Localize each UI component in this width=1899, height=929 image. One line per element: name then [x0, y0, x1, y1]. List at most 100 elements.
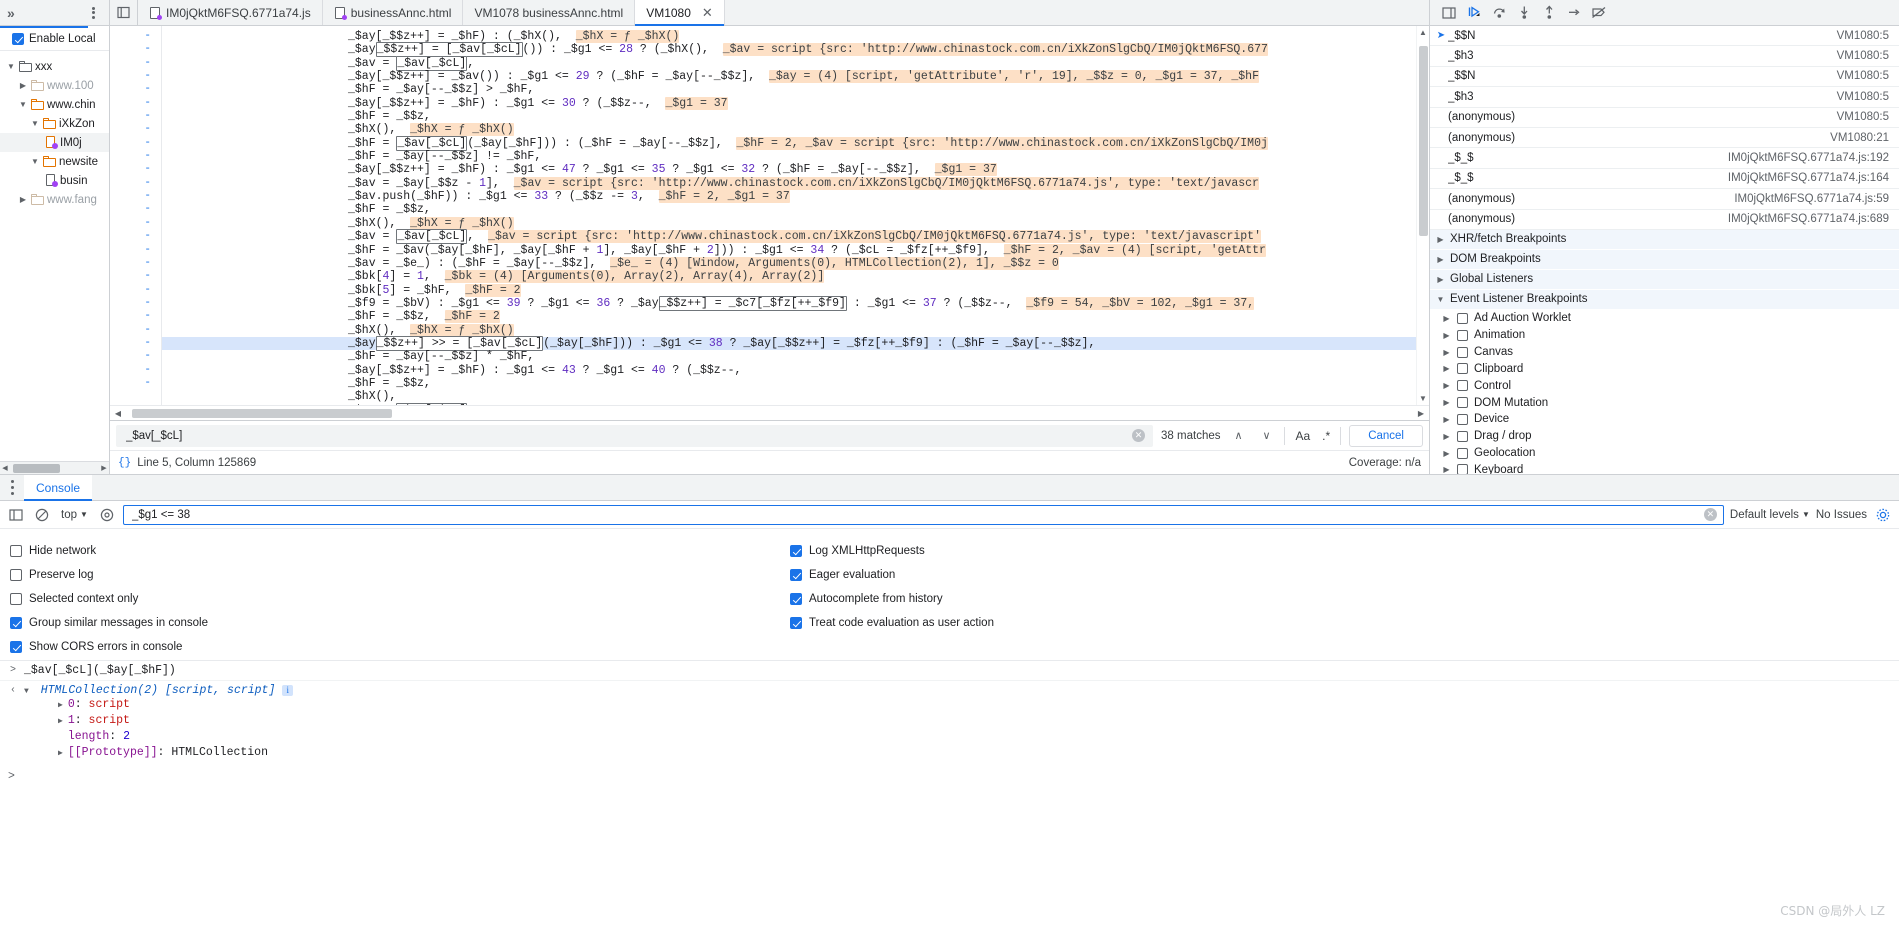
live-expression-icon[interactable]: [97, 505, 117, 525]
event-listener-breakpoint-row[interactable]: ▶ DOM Mutation: [1430, 394, 1899, 411]
step-over-icon[interactable]: [1488, 3, 1510, 23]
call-stack-frame[interactable]: _$_$ IM0jQktM6FSQ.6771a74.js:192: [1430, 148, 1899, 169]
console-setting-row[interactable]: Group similar messages in console: [10, 611, 790, 635]
gutter-marker[interactable]: -: [110, 297, 151, 310]
setting-checkbox[interactable]: [10, 641, 22, 653]
breakpoint-section-header[interactable]: ▶ DOM Breakpoints: [1430, 249, 1899, 270]
navigator-kebab-icon[interactable]: [92, 5, 95, 20]
gutter-marker[interactable]: -: [110, 324, 151, 337]
code-line[interactable]: _$hF = _$av(_$ay[_$hF], _$ay[_$hF + 1], …: [162, 243, 1429, 257]
close-icon[interactable]: ✕: [702, 6, 713, 19]
code-line[interactable]: _$hX(),: [162, 390, 1429, 403]
console-setting-row[interactable]: Log XMLHttpRequests: [790, 539, 1899, 563]
scrollbar-thumb[interactable]: [1418, 45, 1428, 236]
chevron-down-icon[interactable]: ▼: [6, 62, 16, 71]
search-field-wrapper[interactable]: ✕: [116, 424, 1154, 447]
gutter-marker[interactable]: -: [110, 284, 151, 297]
breakpoint-section-header[interactable]: ▶ XHR/fetch Breakpoints: [1430, 229, 1899, 250]
call-stack-frame[interactable]: (anonymous) VM1080:5: [1430, 108, 1899, 128]
code-line[interactable]: _$bk[4] = 1, _$bk = (4) [Arguments(0), A…: [162, 270, 1429, 284]
step-out-icon[interactable]: [1538, 3, 1560, 23]
scrollbar-thumb[interactable]: [13, 463, 60, 473]
tree-node-wwwchin[interactable]: ▼ www.chin: [0, 95, 109, 114]
gutter-marker[interactable]: -: [110, 230, 151, 243]
expand-triangle-icon[interactable]: ▶: [58, 717, 63, 726]
code-line[interactable]: _$hF = _$$z, _$hF = 2: [162, 310, 1429, 324]
search-match[interactable]: _$av[_$cL]: [396, 229, 468, 245]
console-settings-gear-icon[interactable]: [1873, 505, 1893, 525]
tab-vm1080[interactable]: VM1080 ✕: [635, 0, 725, 26]
code-line[interactable]: _$av = _$av[_$cL], _$av = script {src: '…: [162, 229, 1429, 245]
match-case-toggle[interactable]: Aa: [1293, 429, 1312, 443]
call-stack-frame[interactable]: (anonymous) IM0jQktM6FSQ.6771a74.js:689: [1430, 210, 1899, 230]
code-line[interactable]: _$bk[5] = _$hF, _$hF = 2: [162, 283, 1429, 297]
gutter-marker[interactable]: -: [110, 364, 151, 377]
console-setting-row[interactable]: Treat code evaluation as user action: [790, 611, 1899, 635]
chevron-right-icon[interactable]: ▶: [1442, 415, 1451, 424]
gutter-marker[interactable]: -: [110, 150, 151, 163]
gutter-marker[interactable]: -: [110, 337, 151, 350]
chevron-right-icon[interactable]: ▶: [1442, 398, 1451, 407]
navigator-horizontal-scrollbar[interactable]: ◀ ▶: [0, 461, 109, 474]
console-setting-row[interactable]: Preserve log: [10, 563, 790, 587]
gutter-marker[interactable]: -: [110, 83, 151, 96]
chevron-right-icon[interactable]: ▶: [1436, 255, 1445, 264]
gutter-marker[interactable]: -: [110, 30, 151, 43]
regex-toggle[interactable]: .*: [1320, 429, 1332, 443]
console-setting-row[interactable]: Eager evaluation: [790, 563, 1899, 587]
setting-checkbox[interactable]: [790, 569, 802, 581]
chevron-right-icon[interactable]: ▶: [1442, 331, 1451, 340]
code-line[interactable]: _$ay[_$$z++] = _$hF) : (_$hX(), _$hX = ƒ…: [162, 30, 1429, 43]
chevron-right-icon[interactable]: ▶: [1442, 465, 1451, 474]
search-match[interactable]: _$av[_$cL]: [396, 55, 468, 71]
breakpoint-checkbox[interactable]: [1457, 363, 1468, 375]
scrollbar-thumb[interactable]: [132, 408, 392, 418]
call-stack-frame[interactable]: _$$N VM1080:5: [1430, 67, 1899, 88]
event-listener-breakpoint-row[interactable]: ▶ Drag / drop: [1430, 428, 1899, 445]
gutter-marker[interactable]: -: [110, 377, 151, 390]
expand-triangle-icon[interactable]: ▶: [58, 749, 63, 758]
step-into-icon[interactable]: [1513, 3, 1535, 23]
gutter-marker[interactable]: -: [110, 123, 151, 136]
event-listener-breakpoint-row[interactable]: ▶ Ad Auction Worklet: [1430, 310, 1899, 327]
console-prompt[interactable]: >: [0, 764, 1899, 783]
panel-layout-icon[interactable]: [1438, 3, 1460, 23]
chevron-down-icon[interactable]: ▼: [1436, 295, 1445, 304]
event-listener-breakpoint-row[interactable]: ▶ Animation: [1430, 327, 1899, 344]
tree-node-busin-html[interactable]: busin: [0, 171, 109, 190]
enable-local-overrides-row[interactable]: Enable Local: [0, 28, 109, 51]
code-line[interactable]: _$hX(), _$hX = ƒ _$hX(): [162, 216, 1429, 230]
tab-business-annc-html[interactable]: businessAnnc.html: [322, 0, 464, 25]
setting-checkbox[interactable]: [10, 617, 22, 629]
chevron-right-icon[interactable]: ▶: [18, 195, 28, 204]
console-setting-row[interactable]: Selected context only: [10, 587, 790, 611]
execution-context-select[interactable]: top ▼: [58, 509, 91, 521]
source-code-view[interactable]: _$ay[_$$z++] = _$hF) : (_$hX(), _$hX = ƒ…: [162, 26, 1429, 405]
gutter-marker[interactable]: -: [110, 137, 151, 150]
code-line[interactable]: _$hX(), _$hX = ƒ _$hX(): [162, 123, 1429, 137]
call-stack-frame[interactable]: (anonymous) IM0jQktM6FSQ.6771a74.js:59: [1430, 189, 1899, 210]
more-tabs-icon[interactable]: »: [7, 5, 15, 21]
search-prev-icon[interactable]: ∧: [1228, 429, 1248, 442]
chevron-right-icon[interactable]: ▶: [1442, 314, 1451, 323]
result-property-row[interactable]: ▶ 1: script: [24, 713, 293, 729]
gutter-marker[interactable]: -: [110, 257, 151, 270]
breakpoint-checkbox[interactable]: [1457, 464, 1468, 474]
editor-horizontal-scrollbar[interactable]: ◀ ▶: [110, 405, 1429, 420]
code-line[interactable]: _$ay[_$$z++] = _$hF) : _$g1 <= 43 ? _$g1…: [162, 364, 1429, 377]
code-line[interactable]: _$ay_$$z++] = [_$av[_$cL]()) : _$g1 <= 2…: [162, 42, 1429, 58]
call-stack-frame[interactable]: _$h3 VM1080:5: [1430, 46, 1899, 67]
resume-script-icon[interactable]: [1463, 3, 1485, 23]
gutter-marker[interactable]: -: [110, 217, 151, 230]
issues-label[interactable]: No Issues: [1816, 509, 1867, 521]
console-kebab-icon[interactable]: [0, 475, 24, 500]
tree-node-wwwfang[interactable]: ▶ www.fang: [0, 190, 109, 209]
breakpoint-checkbox[interactable]: [1457, 430, 1468, 442]
console-setting-row[interactable]: Hide network: [10, 539, 790, 563]
chevron-down-icon[interactable]: ▼: [18, 100, 28, 109]
search-match[interactable]: _$$z++] = _$c7[_$fz[++_$f9]: [658, 295, 847, 311]
chevron-down-icon[interactable]: ▼: [80, 510, 88, 519]
code-line[interactable]: _$av = _$av[_$cL],: [162, 55, 1429, 71]
gutter-marker[interactable]: -: [110, 190, 151, 203]
log-levels-dropdown[interactable]: Default levels ▼: [1730, 509, 1810, 521]
